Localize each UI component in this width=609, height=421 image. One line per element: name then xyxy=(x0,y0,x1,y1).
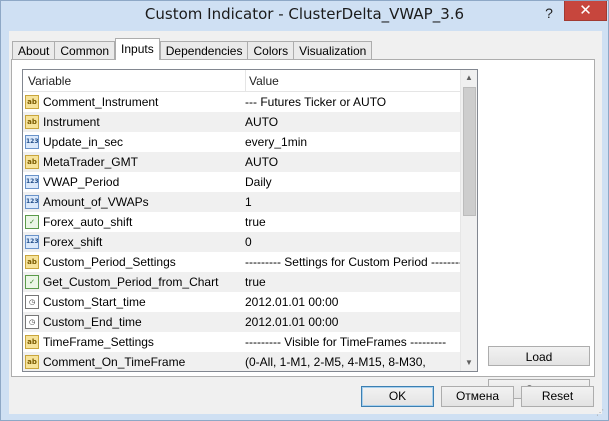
table-row[interactable]: ◷ Custom_End_time 2012.01.01 00:00 xyxy=(23,312,463,332)
int-type-icon: 123 xyxy=(25,135,39,149)
variable-value[interactable]: --- Futures Ticker or AUTO xyxy=(245,92,386,112)
close-button[interactable]: ✕ xyxy=(564,1,607,21)
variable-value[interactable]: --------- Settings for Custom Period ---… xyxy=(245,252,467,272)
variable-value[interactable]: (0-All, 1-M1, 2-M5, 4-M15, 8-M30, xyxy=(245,352,426,371)
table-row[interactable]: 123 Forex_shift 0 xyxy=(23,232,463,252)
variable-value[interactable]: every_1min xyxy=(245,132,307,152)
date-type-icon: ◷ xyxy=(25,315,39,329)
tab-common[interactable]: Common xyxy=(54,41,116,60)
int-type-icon: 123 xyxy=(25,195,39,209)
tab-inputs[interactable]: Inputs xyxy=(115,38,160,60)
variable-name: Custom_End_time xyxy=(43,315,142,329)
table-row[interactable]: ab Instrument AUTO xyxy=(23,112,463,132)
str-type-icon: ab xyxy=(25,95,39,109)
str-type-icon: ab xyxy=(25,255,39,269)
cancel-button[interactable]: Отмена xyxy=(441,386,514,407)
int-type-icon: 123 xyxy=(25,235,39,249)
table-row[interactable]: 123 Update_in_sec every_1min xyxy=(23,132,463,152)
variable-name: Comment_Instrument xyxy=(43,95,159,109)
table-row[interactable]: ab TimeFrame_Settings --------- Visible fo… xyxy=(23,332,463,352)
ok-button[interactable]: OK xyxy=(361,386,434,407)
str-type-icon: ab xyxy=(25,355,39,369)
column-header-variable[interactable]: Variable xyxy=(28,70,71,91)
table-row[interactable]: ◷ Custom_Start_time 2012.01.01 00:00 xyxy=(23,292,463,312)
variable-name: Forex_auto_shift xyxy=(43,215,133,229)
variable-name: Custom_Period_Settings xyxy=(43,255,176,269)
variable-name: Comment_On_TimeFrame xyxy=(43,355,186,369)
bool-type-icon: ✓ xyxy=(25,215,39,229)
vertical-scrollbar[interactable]: ▲ ▼ xyxy=(460,70,477,371)
variable-value[interactable]: 2012.01.01 00:00 xyxy=(245,312,338,332)
variable-name: Update_in_sec xyxy=(43,135,124,149)
column-header-value[interactable]: Value xyxy=(245,70,279,91)
table-row[interactable]: 123 VWAP_Period Daily xyxy=(23,172,463,192)
variable-value[interactable]: 1 xyxy=(245,192,252,212)
resize-grip-icon[interactable]: ⋰ xyxy=(596,408,606,418)
bool-type-icon: ✓ xyxy=(25,275,39,289)
variable-value[interactable]: true xyxy=(245,212,266,232)
dialog-client: About Common Inputs Dependencies Colors … xyxy=(9,31,602,414)
tab-visualization[interactable]: Visualization xyxy=(293,41,373,60)
window-title: Custom Indicator - ClusterDelta_VWAP_3.6 xyxy=(144,5,465,23)
variable-value[interactable]: --------- Visible for TimeFrames -------… xyxy=(245,332,446,352)
title-bar[interactable]: Custom Indicator - ClusterDelta_VWAP_3.6… xyxy=(1,1,608,29)
table-row[interactable]: ab Comment_On_TimeFrame (0-All, 1-M1, 2-M5… xyxy=(23,352,463,371)
variable-name: Get_Custom_Period_from_Chart xyxy=(43,275,219,289)
inputs-grid: Variable Value ab Comment_Instrument --- F… xyxy=(22,69,478,372)
table-row[interactable]: ab MetaTrader_GMT AUTO xyxy=(23,152,463,172)
grid-rows: ab Comment_Instrument --- Futures Ticker o… xyxy=(23,92,467,371)
table-row[interactable]: ab Comment_Instrument --- Futures Ticker o… xyxy=(23,92,463,112)
load-button[interactable]: Load xyxy=(488,346,590,366)
variable-name: MetaTrader_GMT xyxy=(43,155,138,169)
scroll-down-icon[interactable]: ▼ xyxy=(461,355,477,371)
help-button[interactable]: ? xyxy=(539,4,559,22)
variable-name: Custom_Start_time xyxy=(43,295,146,309)
str-type-icon: ab xyxy=(25,155,39,169)
tab-about[interactable]: About xyxy=(12,41,56,60)
variable-name: Instrument xyxy=(43,115,100,129)
variable-name: Amount_of_VWAPs xyxy=(43,195,149,209)
variable-value[interactable]: Daily xyxy=(245,172,272,192)
tab-colors[interactable]: Colors xyxy=(247,41,295,60)
scrollbar-thumb[interactable] xyxy=(463,87,476,216)
tab-dependencies[interactable]: Dependencies xyxy=(159,41,249,60)
str-type-icon: ab xyxy=(25,115,39,129)
variable-value[interactable]: true xyxy=(245,272,266,292)
variable-value[interactable]: 2012.01.01 00:00 xyxy=(245,292,338,312)
dialog-window: Custom Indicator - ClusterDelta_VWAP_3.6… xyxy=(0,0,609,421)
table-row[interactable]: ab Custom_Period_Settings --------- Settin… xyxy=(23,252,467,272)
date-type-icon: ◷ xyxy=(25,295,39,309)
variable-value[interactable]: 0 xyxy=(245,232,252,252)
table-row[interactable]: ✓ Get_Custom_Period_from_Chart true xyxy=(23,272,463,292)
variable-name: Forex_shift xyxy=(43,235,103,249)
variable-name: TimeFrame_Settings xyxy=(43,335,154,349)
inputs-panel: Variable Value ab Comment_Instrument --- F… xyxy=(11,59,595,399)
grid-header: Variable Value xyxy=(23,70,463,92)
reset-button[interactable]: Reset xyxy=(521,386,594,407)
variable-name: VWAP_Period xyxy=(43,175,120,189)
variable-value[interactable]: AUTO xyxy=(245,152,278,172)
variable-value[interactable]: AUTO xyxy=(245,112,278,132)
scroll-up-icon[interactable]: ▲ xyxy=(461,70,477,86)
tab-bar: About Common Inputs Dependencies Colors … xyxy=(12,38,373,60)
close-icon: ✕ xyxy=(579,2,592,19)
str-type-icon: ab xyxy=(25,335,39,349)
table-row[interactable]: ✓ Forex_auto_shift true xyxy=(23,212,463,232)
int-type-icon: 123 xyxy=(25,175,39,189)
table-row[interactable]: 123 Amount_of_VWAPs 1 xyxy=(23,192,463,212)
